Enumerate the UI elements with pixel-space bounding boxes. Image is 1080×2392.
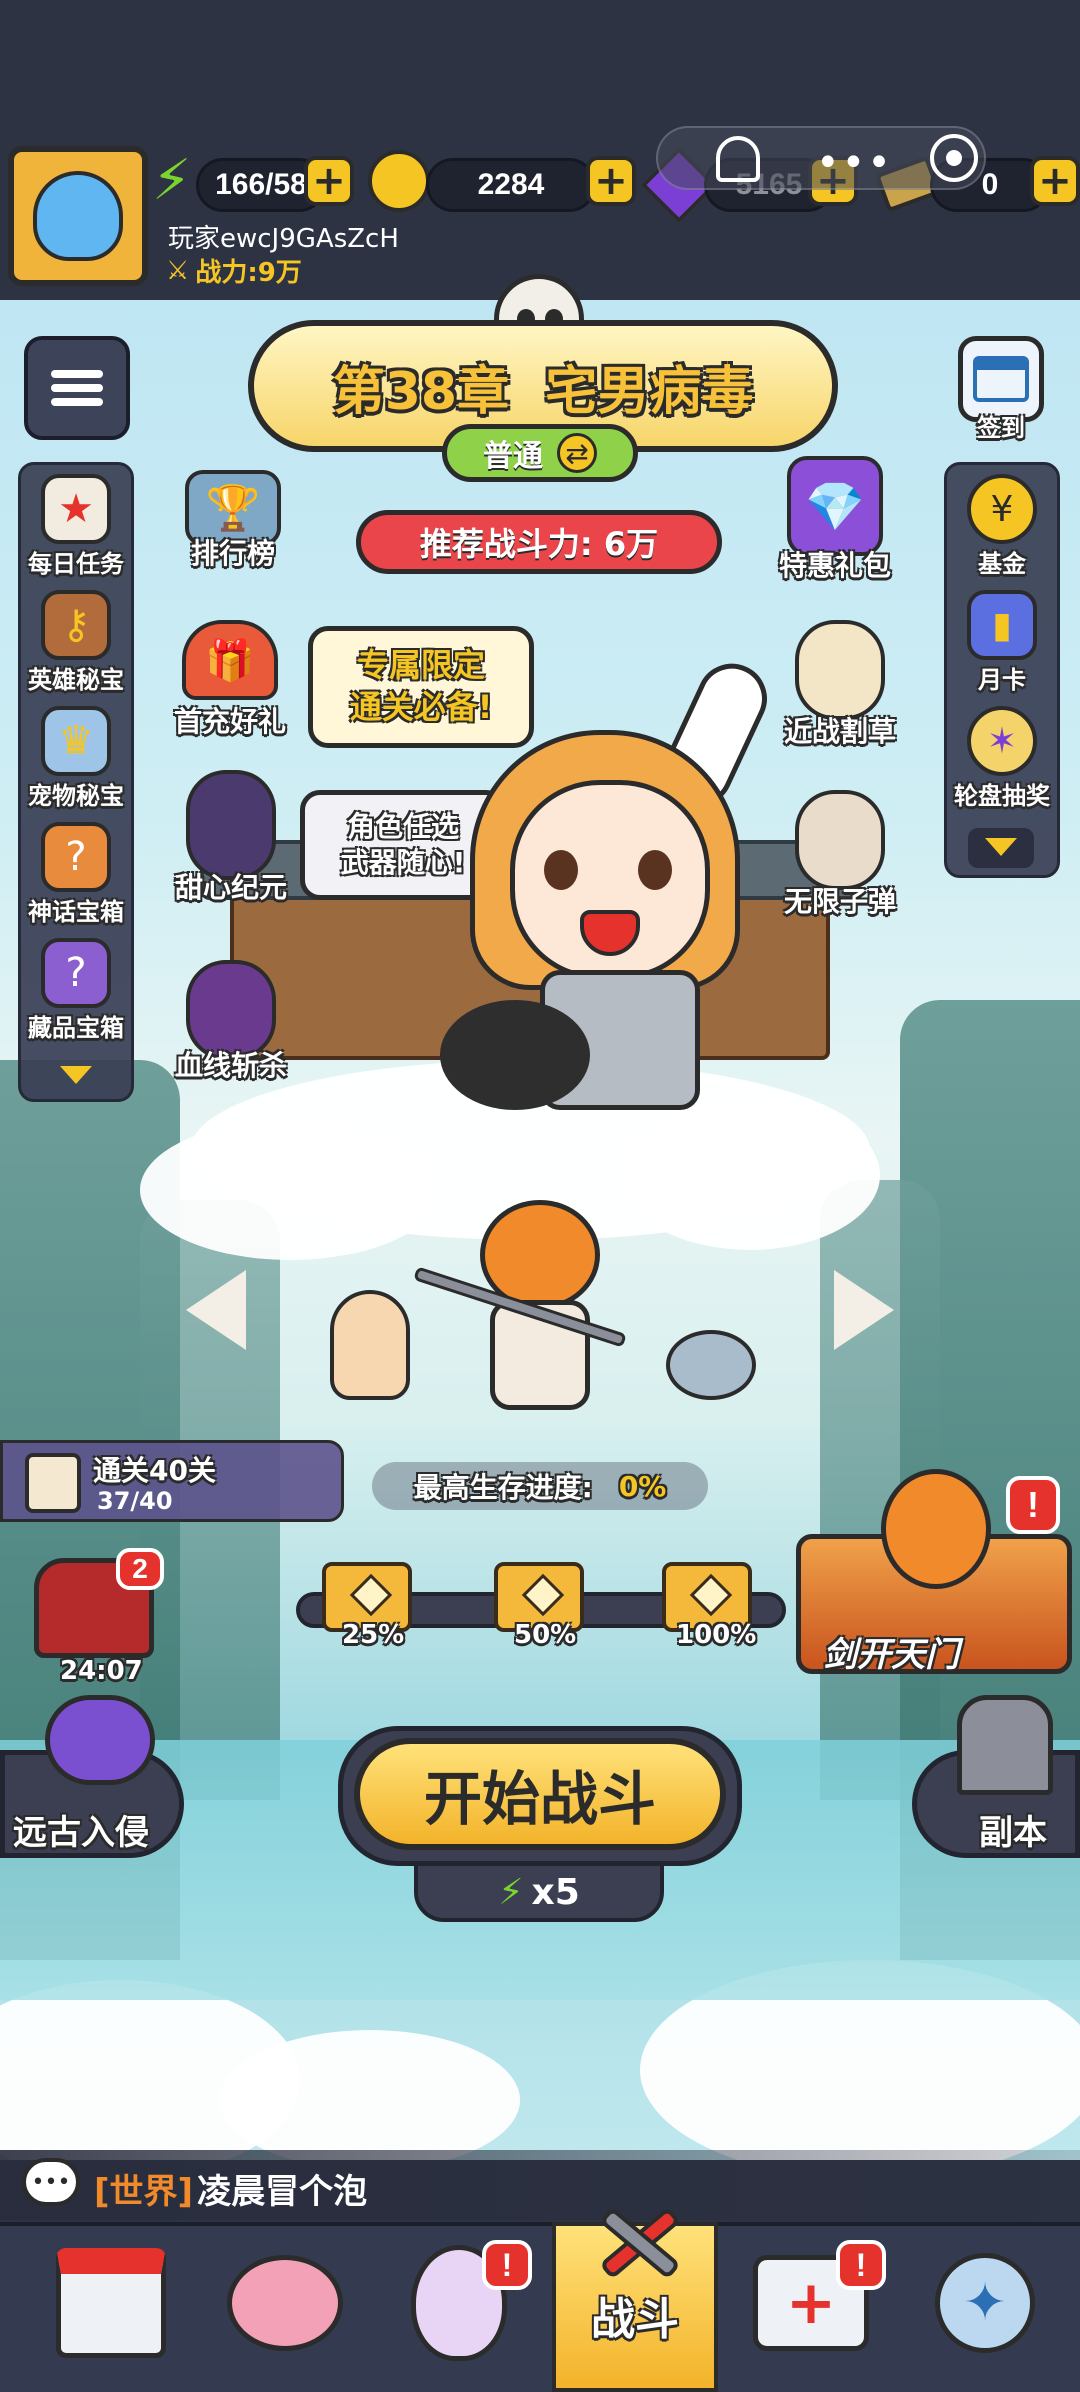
badge-icon: ✦ (935, 2253, 1035, 2353)
prev-stage-arrow[interactable] (186, 1270, 246, 1350)
gold-counter: 2284 (426, 158, 596, 212)
jiankaitianmen-promo[interactable]: 剑开天门 (796, 1469, 1072, 1675)
more-icon[interactable]: ••• (816, 140, 893, 186)
infinite-ammo-button[interactable]: 无限子弹 (770, 790, 910, 920)
nav-nurse[interactable] (210, 2228, 360, 2378)
daily-task-button[interactable]: ★ 每日任务 (18, 474, 134, 579)
cat-warrior-icon (881, 1469, 991, 1589)
bloodline-kill-button[interactable]: 血线斩杀 (156, 960, 306, 1084)
myth-chest-icon: ? (41, 822, 111, 892)
sweetheart-era-button[interactable]: 甜心纪元 (156, 770, 306, 906)
difficulty-selector[interactable]: 普通 ⇄ (442, 424, 638, 482)
month-card-button[interactable]: ▮ 月卡 (944, 590, 1060, 695)
wheel-icon: ✶ (967, 706, 1037, 776)
shop-icon (56, 2248, 166, 2358)
scroll-icon (25, 1453, 81, 1513)
rabbit-companion (330, 1290, 410, 1400)
hamburger-icon (51, 364, 103, 412)
top-bar: 玩家ewcJ9GAsZcH ⚔ 战力:9万 ⚡ 166/58 + 2284 + … (0, 0, 1080, 300)
crossed-swords-icon: ⚔ (166, 255, 190, 286)
lightning-icon: ⚡ (152, 148, 192, 213)
gift-basket-icon: 🎁 (182, 620, 278, 700)
dungeon-button[interactable]: 副本 (912, 1695, 1080, 1858)
myth-chest-button[interactable]: ? 神话宝箱 (18, 822, 134, 927)
ghost-icon[interactable] (716, 136, 760, 182)
player-name: 玩家ewcJ9GAsZcH (168, 224, 399, 254)
swap-icon: ⇄ (557, 433, 597, 473)
chat-bubble-icon: ••• (22, 2158, 80, 2206)
ancient-invasion-button[interactable]: 远古入侵 (0, 1695, 184, 1858)
chat-message: [世界] 凌晨冒个泡 (94, 2172, 368, 2212)
difficulty-label: 普通 (483, 439, 543, 474)
chapter-title: 第38章 宅男病毒 (332, 361, 754, 422)
battle-cost: ⚡ x5 (414, 1862, 664, 1922)
month-card-icon: ▮ (967, 590, 1037, 660)
promo-alert-badge: ! (1006, 1476, 1060, 1534)
add-energy-button[interactable]: + (304, 156, 354, 206)
collection-chest-icon: ? (41, 938, 111, 1008)
timed-gift-button[interactable]: 2 24:07 (16, 1548, 176, 1688)
pet-treasure-icon: ♛ (41, 706, 111, 776)
nurse-brain-icon (227, 2255, 343, 2351)
nav-egg-alert: ! (482, 2240, 532, 2290)
invasion-monsters-icon (45, 1695, 155, 1785)
melee-hero-icon (795, 620, 885, 720)
wheel-button[interactable]: ✶ 轮盘抽奖 (944, 706, 1060, 811)
fund-icon: ¥ (967, 474, 1037, 544)
player-avatar[interactable] (8, 146, 148, 286)
add-ticket-button[interactable]: + (1030, 156, 1080, 206)
player-power: ⚔ 战力:9万 (166, 255, 302, 289)
melee-mowing-button[interactable]: 近战割草 (770, 620, 910, 750)
first-recharge-button[interactable]: 🎁 首充好礼 (160, 620, 300, 740)
nav-medkit-alert: ! (836, 2240, 886, 2290)
lightning-icon: ⚡ (498, 1871, 524, 1913)
survival-progress: 最高生存进度: 0% (372, 1462, 708, 1510)
miniprogram-capsule: ••• (656, 126, 986, 190)
daily-task-icon: ★ (41, 474, 111, 544)
world-chat-bar[interactable]: ••• [世界] 凌晨冒个泡 (0, 2150, 1080, 2220)
next-stage-arrow[interactable] (834, 1270, 894, 1350)
fund-button[interactable]: ¥ 基金 (944, 474, 1060, 579)
nav-battle[interactable]: 战斗 (560, 2200, 710, 2350)
hero-treasure-button[interactable]: ⚷ 英雄秘宝 (18, 590, 134, 695)
add-gold-button[interactable]: + (586, 156, 636, 206)
slime-avatar-icon (33, 171, 123, 261)
recommended-power: 推荐战斗力: 6万 (356, 510, 722, 574)
leaderboard-button[interactable]: 🏆 排行榜 (168, 470, 298, 572)
start-battle-button[interactable]: 开始战斗 (354, 1738, 726, 1850)
fish-companion (666, 1330, 756, 1400)
special-pack-button[interactable]: 💎 特惠礼包 (760, 456, 910, 584)
collection-chest-button[interactable]: ? 藏品宝箱 (18, 938, 134, 1043)
left-column-expand-arrow[interactable] (60, 1066, 92, 1084)
gold-coin-icon (368, 150, 430, 212)
pet-treasure-button[interactable]: ♛ 宠物秘宝 (18, 706, 134, 811)
nav-shop[interactable] (36, 2228, 186, 2378)
clear-task-panel[interactable]: 通关40关 37/40 (0, 1440, 344, 1522)
right-column-expand-arrow[interactable] (968, 828, 1034, 868)
menu-button[interactable] (24, 336, 130, 440)
gunslinger-icon (795, 790, 885, 890)
gift-count-badge: 2 (116, 1548, 164, 1590)
crystal-pack-icon: 💎 (787, 456, 883, 556)
target-icon[interactable] (930, 134, 978, 182)
battle-icon (585, 2203, 685, 2283)
cat-swordsman-hero (413, 1200, 627, 1420)
sweetheart-character-icon (186, 770, 276, 880)
nav-badge[interactable]: ✦ (910, 2228, 1060, 2378)
boss-character (440, 652, 779, 1120)
hero-treasure-icon: ⚷ (41, 590, 111, 660)
signin-button[interactable]: 签到 (946, 336, 1056, 443)
skull-gate-icon (957, 1695, 1053, 1795)
